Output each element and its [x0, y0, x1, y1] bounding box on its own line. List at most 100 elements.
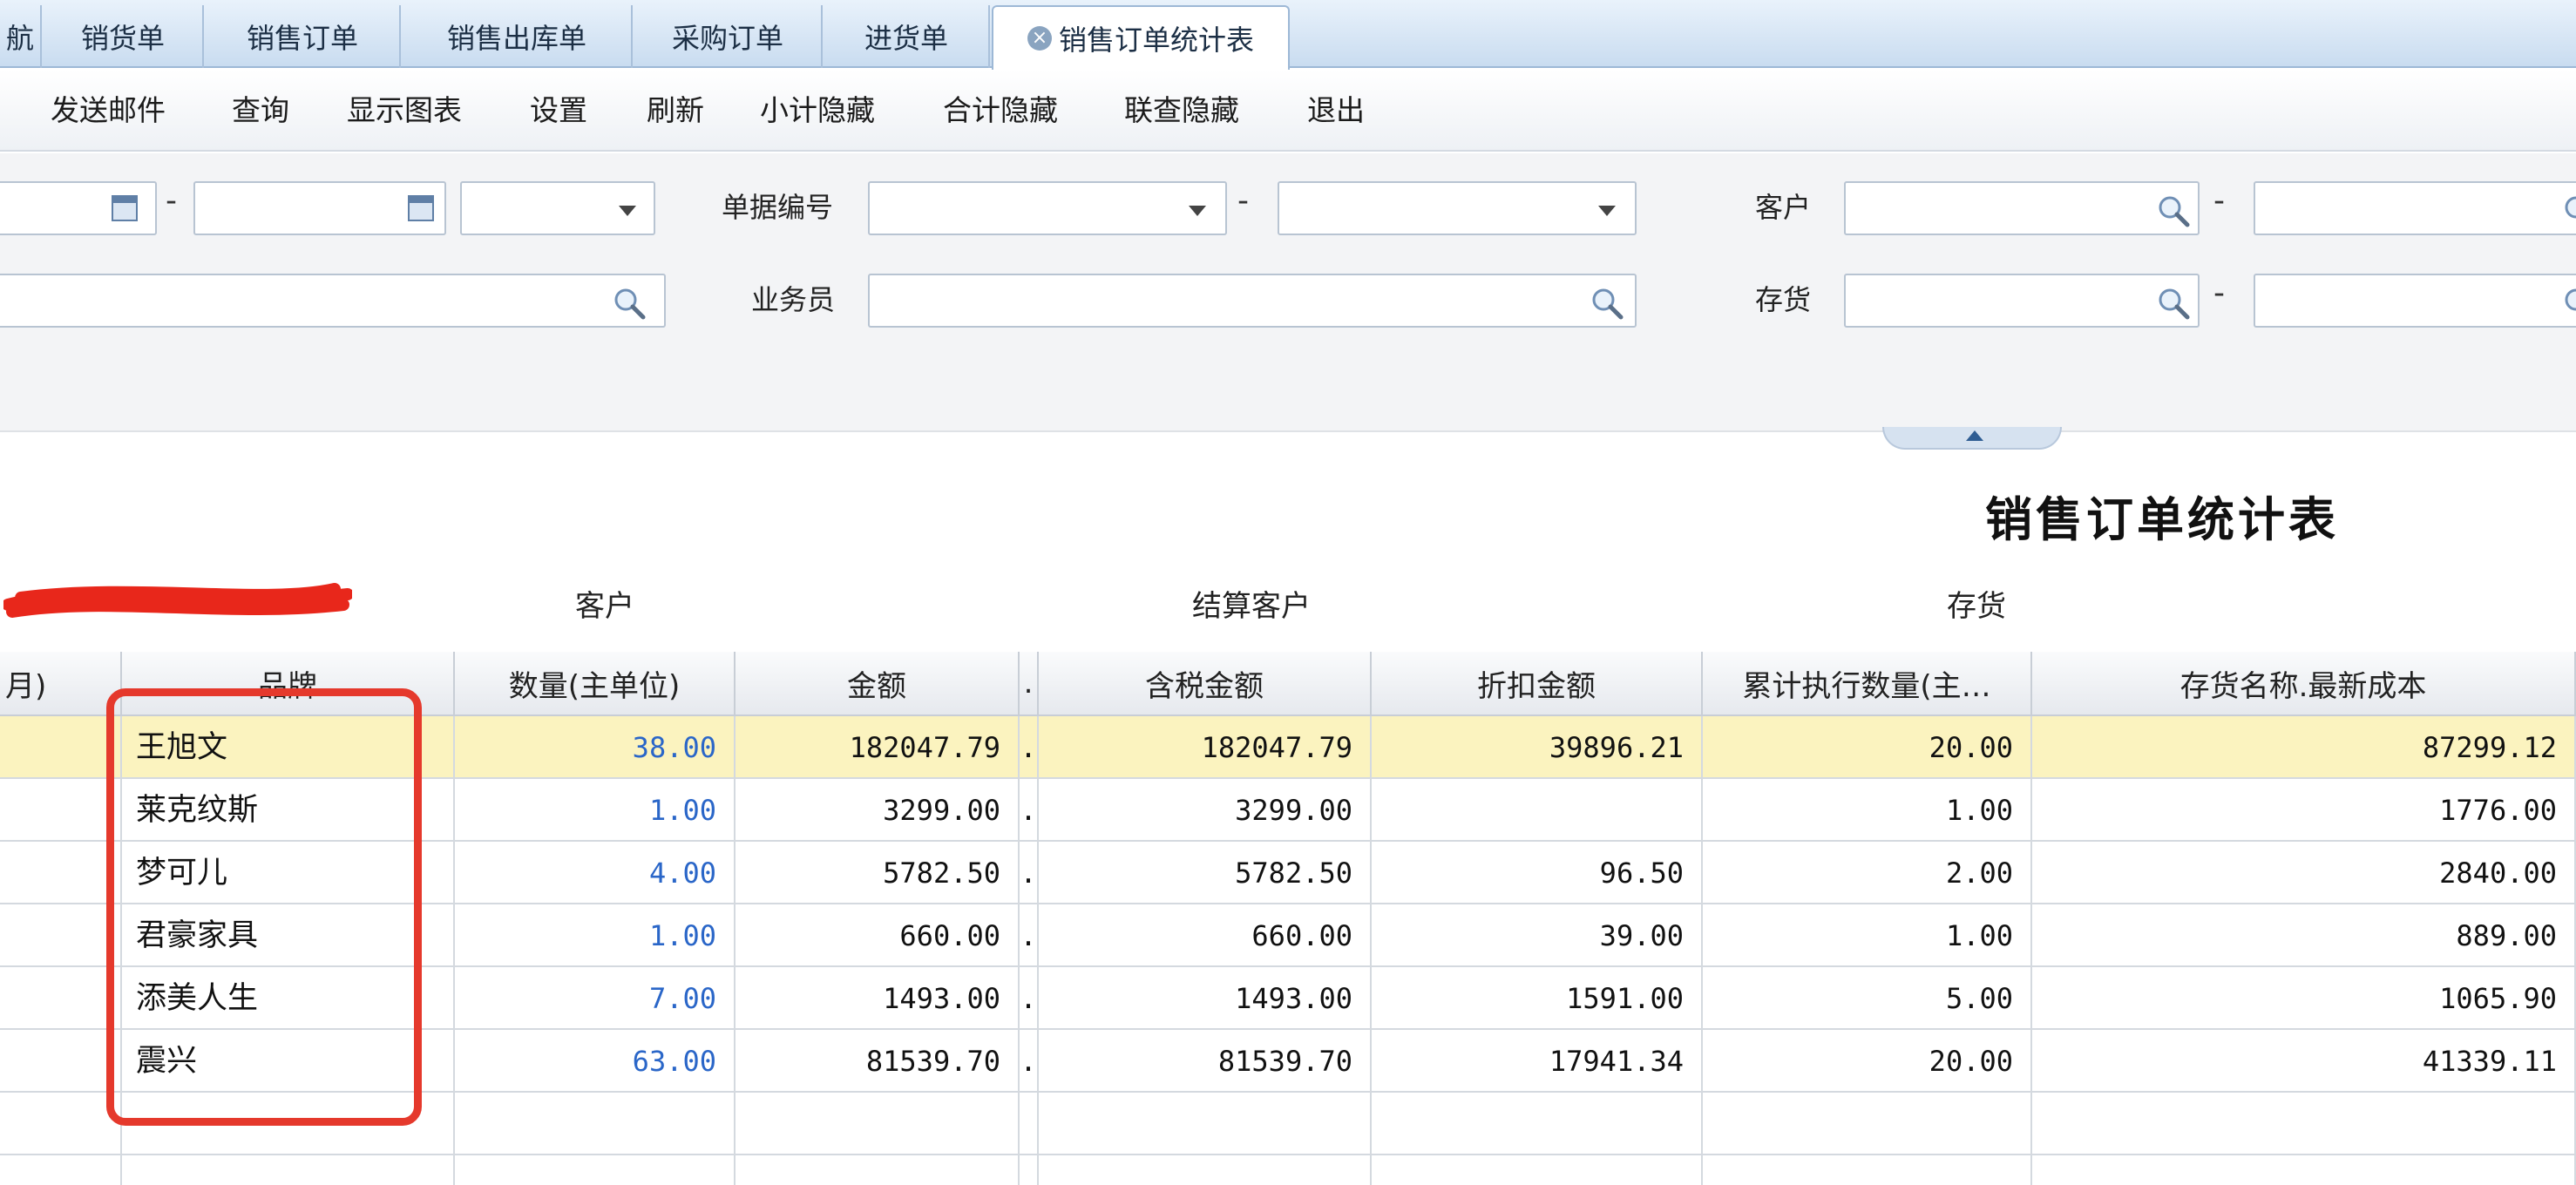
cell-discount[interactable]: 17941.34	[1372, 1030, 1703, 1093]
cell-amount[interactable]: 1493.00	[736, 967, 1020, 1030]
col-header-executed[interactable]: 累计执行数量(主…	[1703, 652, 2032, 716]
cell-tax-amount[interactable]: 182047.79	[1039, 716, 1372, 779]
cell-executed[interactable]: 20.00	[1703, 1030, 2032, 1093]
cell[interactable]	[0, 1030, 122, 1093]
cell-cost[interactable]: 41339.11	[2032, 1030, 2576, 1093]
period-select[interactable]	[460, 181, 655, 235]
col-header-month[interactable]: 月)	[0, 652, 122, 716]
table-row[interactable]	[0, 1155, 2576, 1185]
cell-discount[interactable]	[1372, 1093, 1703, 1155]
cell-tax-amount[interactable]	[1039, 1093, 1372, 1155]
linked-query-hide-button[interactable]: 联查隐藏	[1124, 87, 1239, 134]
tab-sales-order[interactable]: 销售订单	[206, 5, 401, 68]
tab-sales-outbound[interactable]: 销售出库单	[403, 5, 633, 68]
cell-cost[interactable]	[2032, 1093, 2576, 1155]
cell-amount[interactable]	[736, 1155, 1020, 1185]
cell-cost[interactable]	[2032, 1155, 2576, 1185]
cell[interactable]	[0, 779, 122, 842]
cell-qty[interactable]: 1.00	[455, 779, 736, 842]
total-hide-button[interactable]: 合计隐藏	[943, 87, 1058, 134]
cell-executed[interactable]: 2.00	[1703, 842, 2032, 904]
cell-executed[interactable]	[1703, 1155, 2032, 1185]
search-icon[interactable]	[2562, 193, 2576, 228]
cell-qty[interactable]: 63.00	[455, 1030, 736, 1093]
cell-discount[interactable]: 1591.00	[1372, 967, 1703, 1030]
cell-qty[interactable]	[455, 1093, 736, 1155]
cell-amount[interactable]: 182047.79	[736, 716, 1020, 779]
refresh-button[interactable]: 刷新	[647, 87, 704, 134]
cell-tax-amount[interactable]: 3299.00	[1039, 779, 1372, 842]
send-email-button[interactable]: 发送邮件	[51, 87, 166, 134]
calendar-icon[interactable]	[112, 195, 138, 221]
cell-tax-amount[interactable]: 81539.70	[1039, 1030, 1372, 1093]
col-header-narrow[interactable]: .	[1020, 652, 1039, 716]
collapse-filter-handle[interactable]	[1882, 427, 2062, 450]
cell-cost[interactable]: 889.00	[2032, 904, 2576, 967]
cell-cost[interactable]: 1776.00	[2032, 779, 2576, 842]
cell[interactable]: .	[1020, 904, 1039, 967]
calendar-icon[interactable]	[408, 195, 434, 221]
search-icon[interactable]	[612, 286, 647, 321]
cell[interactable]: .	[1020, 779, 1039, 842]
cell-qty[interactable]	[455, 1155, 736, 1185]
search-icon[interactable]	[2156, 193, 2191, 228]
doc-no-from-select[interactable]	[868, 181, 1227, 235]
close-icon[interactable]: ×	[1027, 26, 1052, 51]
subtotal-hide-button[interactable]: 小计隐藏	[760, 87, 875, 134]
cell-executed[interactable]: 5.00	[1703, 967, 2032, 1030]
cell-discount[interactable]	[1372, 779, 1703, 842]
cell[interactable]: .	[1020, 967, 1039, 1030]
date-to-input[interactable]	[193, 181, 446, 235]
inventory-from-input[interactable]	[1844, 274, 2200, 328]
settings-button[interactable]: 设置	[530, 87, 587, 134]
search-icon[interactable]	[2156, 286, 2191, 321]
doc-no-to-select[interactable]	[1278, 181, 1637, 235]
cell-tax-amount[interactable]: 660.00	[1039, 904, 1372, 967]
cell[interactable]	[0, 1093, 122, 1155]
cell-discount[interactable]: 39.00	[1372, 904, 1703, 967]
cell-tax-amount[interactable]: 5782.50	[1039, 842, 1372, 904]
customer-from-input[interactable]	[1844, 181, 2200, 235]
cell-executed[interactable]	[1703, 1093, 2032, 1155]
cell-amount[interactable]	[736, 1093, 1020, 1155]
tab-sales-order-report[interactable]: × 销售订单统计表	[992, 5, 1290, 70]
show-chart-button[interactable]: 显示图表	[347, 87, 462, 134]
filter-lookup-input[interactable]	[0, 274, 666, 328]
col-header-discount[interactable]: 折扣金额	[1372, 652, 1703, 716]
cell-cost[interactable]: 2840.00	[2032, 842, 2576, 904]
cell-qty[interactable]: 7.00	[455, 967, 736, 1030]
cell-amount[interactable]: 3299.00	[736, 779, 1020, 842]
cell[interactable]: .	[1020, 842, 1039, 904]
salesperson-input[interactable]	[868, 274, 1637, 328]
cell[interactable]	[0, 842, 122, 904]
cell-qty[interactable]: 1.00	[455, 904, 736, 967]
cell[interactable]	[1020, 1093, 1039, 1155]
exit-button[interactable]: 退出	[1307, 87, 1365, 134]
tab-navigation[interactable]: 航	[0, 5, 42, 68]
cell[interactable]	[0, 1155, 122, 1185]
tab-purchase-order[interactable]: 采购订单	[634, 5, 823, 68]
cell[interactable]	[0, 904, 122, 967]
cell-cost[interactable]: 1065.90	[2032, 967, 2576, 1030]
cell[interactable]	[0, 716, 122, 779]
col-header-tax-amount[interactable]: 含税金额	[1039, 652, 1372, 716]
cell-discount[interactable]: 96.50	[1372, 842, 1703, 904]
cell[interactable]	[1020, 1155, 1039, 1185]
cell-discount[interactable]: 39896.21	[1372, 716, 1703, 779]
cell[interactable]	[0, 967, 122, 1030]
cell-amount[interactable]: 660.00	[736, 904, 1020, 967]
cell-qty[interactable]: 38.00	[455, 716, 736, 779]
cell-cost[interactable]: 87299.12	[2032, 716, 2576, 779]
tab-sales-delivery[interactable]: 销货单	[44, 5, 204, 68]
cell-tax-amount[interactable]	[1039, 1155, 1372, 1185]
query-button[interactable]: 查询	[232, 87, 289, 134]
cell-discount[interactable]	[1372, 1155, 1703, 1185]
col-header-amount[interactable]: 金额	[736, 652, 1020, 716]
customer-to-input[interactable]	[2254, 181, 2576, 235]
cell-amount[interactable]: 81539.70	[736, 1030, 1020, 1093]
cell-executed[interactable]: 1.00	[1703, 904, 2032, 967]
cell-executed[interactable]: 20.00	[1703, 716, 2032, 779]
search-icon[interactable]	[1590, 286, 1624, 321]
col-header-cost[interactable]: 存货名称.最新成本	[2032, 652, 2576, 716]
inventory-to-input[interactable]	[2254, 274, 2576, 328]
